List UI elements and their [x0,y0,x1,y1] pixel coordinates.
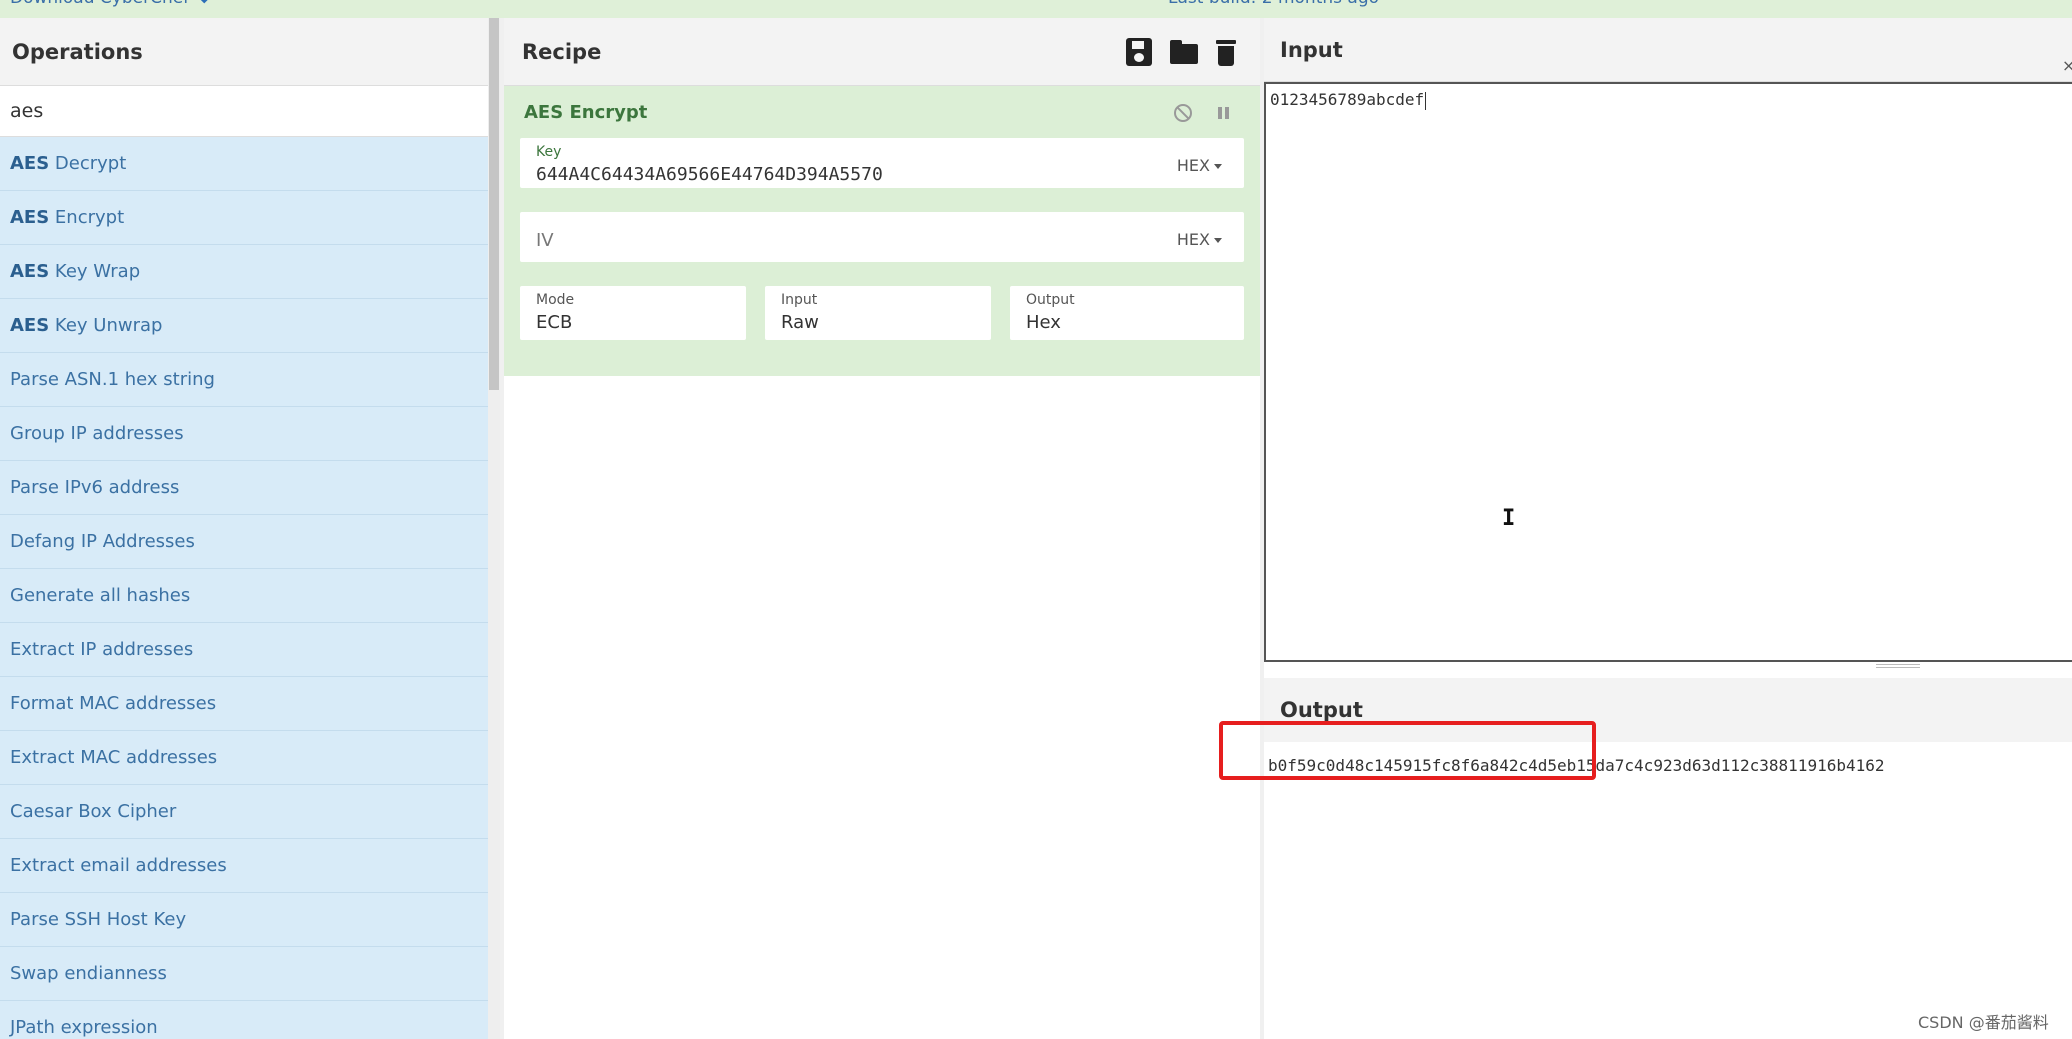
operation-item-label: Extract MAC addresses [10,747,218,768]
operation-item[interactable]: Parse ASN.1 hex string [0,353,488,407]
output-textarea[interactable]: b0f59c0d48c145915fc8f6a842c4d5eb15da7c4c… [1264,742,2072,1039]
operations-list: AES Decrypt AES Encrypt AES Key Wrap AES Ke… [0,137,488,1039]
resize-handle[interactable] [1876,664,1920,668]
save-icon[interactable] [1126,38,1152,66]
build-info: Last build: 2 months ago [1168,0,1379,8]
operation-item-label: Group IP addresses [10,423,184,444]
operation-item-label: Format MAC addresses [10,693,217,714]
input-format-label: Input [781,292,818,308]
operation-item-label: Generate all hashes [10,585,191,606]
operation-title: AES Encrypt [524,102,648,123]
key-label: Key [536,144,562,160]
operation-item[interactable]: Extract email addresses [0,839,488,893]
iv-format-value: HEX [1176,230,1210,249]
operation-item[interactable]: JPath expression [0,1001,488,1039]
operation-item-label: Defang IP Addresses [10,531,195,552]
operation-item[interactable]: Format MAC addresses [0,677,488,731]
text-caret [1425,91,1427,110]
recipe-drop-area[interactable] [504,376,1260,1039]
close-icon[interactable]: × [2062,56,2072,75]
chevron-down-icon [1214,164,1222,169]
operation-item[interactable]: AES Decrypt [0,137,488,191]
folder-icon[interactable] [1170,38,1198,66]
operation-item-label: Key Unwrap [49,315,163,336]
operation-item-label: Parse IPv6 address [10,477,180,498]
key-format-dropdown[interactable]: HEX [1177,156,1222,175]
operation-item[interactable]: Group IP addresses [0,407,488,461]
trash-icon[interactable] [1214,38,1240,66]
download-link[interactable]: Download CyberChef ⬇ [10,0,211,8]
key-field[interactable]: Key 644A4C64434A69566E44764D394A5570 HEX [520,138,1244,188]
operation-item-label: Decrypt [49,153,127,174]
operation-item[interactable]: Extract IP addresses [0,623,488,677]
operation-item[interactable]: Parse SSH Host Key [0,893,488,947]
key-format-value: HEX [1176,156,1210,175]
operation-item[interactable]: AES Key Wrap [0,245,488,299]
recipe-panel: Recipe AES Encrypt Key 644A4C64434A69566… [504,18,1260,1039]
output-format-select[interactable]: Output Hex [1010,286,1244,340]
operation-item-label: Encrypt [49,207,125,228]
chevron-down-icon [1214,238,1222,243]
mode-value: ECB [536,312,573,333]
operation-item-label: Extract email addresses [10,855,227,876]
operation-item[interactable]: AES Encrypt [0,191,488,245]
operation-item-label: Parse SSH Host Key [10,909,187,930]
iv-placeholder: IV [536,230,554,251]
operation-item-label: Swap endianness [10,963,167,984]
pause-icon[interactable] [1218,107,1230,119]
operation-item-match: AES [10,153,50,174]
iv-format-dropdown[interactable]: HEX [1177,230,1222,249]
watermark: CSDN @番茄酱料 [1918,1013,2049,1032]
recipe-title: Recipe [522,40,602,64]
operation-item-label: JPath expression [10,1017,158,1038]
operations-title: Operations [0,18,488,86]
output-format-value: Hex [1026,312,1061,333]
top-banner: Download CyberChef ⬇ Last build: 2 months… [0,0,2072,18]
input-textarea[interactable]: 0123456789abcdef I [1264,82,2072,662]
recipe-toolbar [1126,38,1240,66]
operations-scrollbar[interactable] [488,18,500,1039]
io-panel: Input 0123456789abcdef I Output b0f59c0d… [1264,18,2072,1039]
operation-item-label: Extract IP addresses [10,639,194,660]
output-format-label: Output [1026,292,1075,308]
operation-item-match: AES [10,261,50,282]
operation-item-match: AES [10,207,50,228]
highlight-box [1219,721,1596,780]
operation-item[interactable]: Caesar Box Cipher [0,785,488,839]
recipe-operation-aes-encrypt[interactable]: AES Encrypt Key 644A4C64434A69566E44764D… [504,86,1260,376]
iv-field[interactable]: IV HEX [520,212,1244,262]
input-format-value: Raw [781,312,819,333]
text-cursor-icon: I [1502,506,1516,531]
download-label: Download CyberChef [10,0,189,8]
download-icon: ⬇ [197,0,211,8]
input-value: 0123456789abcdef [1270,90,1425,109]
mode-select[interactable]: Mode ECB [520,286,746,340]
operation-item-label: Key Wrap [49,261,141,282]
operation-item-match: AES [10,315,50,336]
operation-item[interactable]: Parse IPv6 address [0,461,488,515]
input-title: Input [1264,18,2072,82]
cyberchef-window: Download CyberChef ⬇ Last build: 2 months… [0,0,2072,1039]
operation-item[interactable]: Swap endianness [0,947,488,1001]
operation-item[interactable]: AES Key Unwrap [0,299,488,353]
operation-item-label: Parse ASN.1 hex string [10,369,215,390]
recipe-header: Recipe [504,18,1260,86]
operation-item-label: Caesar Box Cipher [10,801,177,822]
operations-panel: Operations aes AES Decrypt AES Encrypt AES… [0,18,488,1039]
operations-search-input[interactable]: aes [0,86,488,137]
operation-item[interactable]: Generate all hashes [0,569,488,623]
disable-icon[interactable] [1174,104,1192,122]
operation-item[interactable]: Extract MAC addresses [0,731,488,785]
operations-scrollbar-thumb[interactable] [489,18,499,390]
operation-item[interactable]: Defang IP Addresses [0,515,488,569]
key-value: 644A4C64434A69566E44764D394A5570 [536,164,883,185]
mode-label: Mode [536,292,575,308]
input-format-select[interactable]: Input Raw [765,286,991,340]
